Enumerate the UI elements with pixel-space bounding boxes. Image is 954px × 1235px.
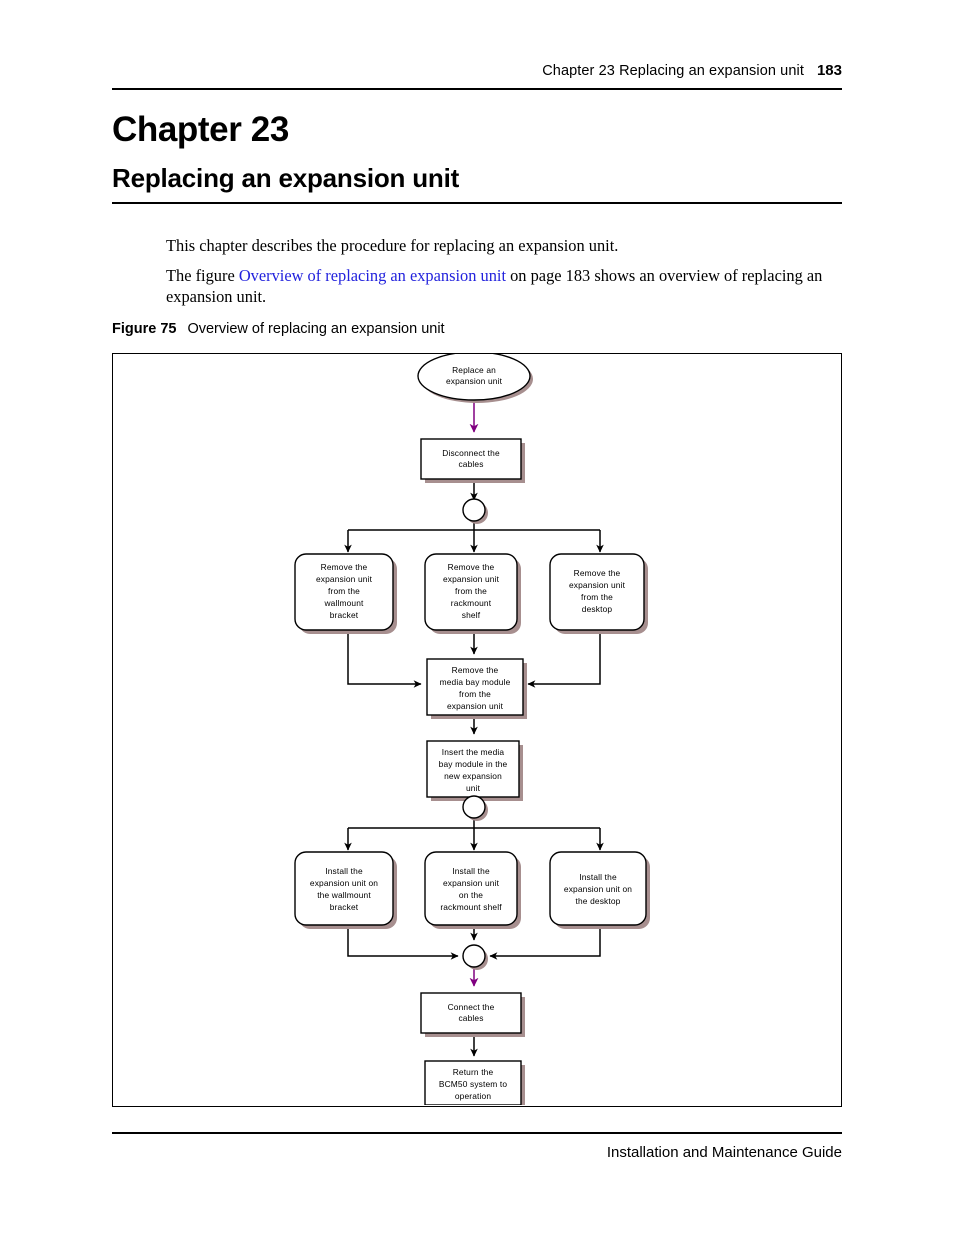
node-install-on-desktop: Install the expansion unit on the deskto… — [549, 851, 650, 929]
node-merge-shape — [462, 944, 486, 968]
node-install-desktop-line-0: Install the — [579, 872, 617, 882]
node-insert-media-bay-module: Insert the media bay module in the new e… — [426, 740, 523, 801]
node-remove-desktop-line-2: from the — [581, 592, 613, 602]
node-disconnect-cables: Disconnect the cables — [420, 438, 525, 483]
footer-rule — [112, 1132, 842, 1134]
node-remove-wallmount-line-1: expansion unit — [316, 574, 373, 584]
node-return-to-operation: Return the BCM50 system to operation — [424, 1060, 525, 1105]
figure-reference-paragraph: The figure Overview of replacing an expa… — [166, 265, 842, 307]
node-remove-media-bay-line-0: Remove the — [452, 665, 499, 675]
node-insert-media-bay-line-1: bay module in the — [439, 759, 508, 769]
node-fork-1-shape — [462, 498, 486, 522]
node-install-wallmount-line-2: the wallmount — [317, 890, 371, 900]
header-rule — [112, 88, 842, 90]
intro-paragraph: This chapter describes the procedure for… — [166, 236, 619, 255]
node-install-desktop-line-2: the desktop — [576, 896, 621, 906]
node-install-wallmount-line-1: expansion unit on — [310, 878, 378, 888]
node-remove-wallmount-line-0: Remove the — [321, 562, 368, 572]
figure-label: Figure 75 — [112, 321, 177, 337]
chapter-number: Chapter 23 — [112, 110, 289, 149]
node-return-line-1: BCM50 system to — [439, 1079, 508, 1089]
edge-install-desktop-to-merge — [489, 925, 601, 960]
node-install-on-wallmount: Install the expansion unit on the wallmo… — [294, 851, 397, 929]
node-start-line-0: Replace an — [452, 365, 496, 375]
flowchart-diagram: Replace an expansion unit Disconnect the… — [294, 354, 650, 1105]
figure-caption-text: Overview of replacing an expansion unit — [187, 321, 445, 337]
edge-remove-desktop-to-media-bay — [527, 630, 601, 688]
edge-remove-wallmount-to-media-bay — [347, 630, 422, 688]
node-install-rackmount-line-0: Install the — [452, 866, 490, 876]
node-remove-from-wallmount: Remove the expansion unit from the wallm… — [294, 553, 397, 634]
header-page-number: 183 — [816, 62, 842, 79]
node-return-line-0: Return the — [453, 1067, 494, 1077]
node-remove-from-desktop: Remove the expansion unit from the deskt… — [549, 553, 648, 634]
figure-cross-reference-link[interactable]: Overview of replacing an expansion unit — [239, 266, 506, 285]
node-remove-desktop-line-0: Remove the — [574, 568, 621, 578]
node-remove-rackmount-line-2: from the — [455, 586, 487, 596]
node-connect-line-0: Connect the — [448, 1002, 495, 1012]
node-install-wallmount-line-3: bracket — [330, 902, 359, 912]
chapter-title: Replacing an expansion unit — [112, 163, 460, 193]
node-insert-media-bay-line-3: unit — [466, 783, 481, 793]
node-remove-desktop-line-1: expansion unit — [569, 580, 626, 590]
footer-text: Installation and Maintenance Guide — [606, 1144, 842, 1161]
node-remove-rackmount-line-3: rackmount — [451, 598, 492, 608]
running-header: Chapter 23 Replacing an expansion unit 18… — [112, 62, 842, 79]
node-remove-rackmount-line-0: Remove the — [448, 562, 495, 572]
node-install-on-rackmount: Install the expansion unit on the rackmo… — [424, 851, 521, 929]
node-install-rackmount-shape — [424, 851, 518, 926]
node-start: Replace an expansion unit — [417, 354, 533, 403]
node-return-line-2: operation — [455, 1091, 491, 1101]
node-remove-wallmount-line-4: bracket — [330, 610, 359, 620]
node-fork-1 — [462, 498, 488, 524]
paragraph-text-before: The figure — [166, 266, 239, 285]
node-connect-line-1: cables — [458, 1013, 483, 1023]
node-install-wallmount-shape — [294, 851, 394, 926]
node-remove-rackmount-line-1: expansion unit — [443, 574, 500, 584]
node-connect-cables: Connect the cables — [420, 992, 525, 1037]
node-remove-media-bay-line-3: expansion unit — [447, 701, 504, 711]
node-merge — [462, 944, 488, 970]
node-remove-desktop-line-3: desktop — [582, 604, 613, 614]
node-install-rackmount-line-2: on the — [459, 890, 483, 900]
node-insert-media-bay-line-0: Insert the media — [442, 747, 505, 757]
document-page: Chapter 23 Replacing an expansion unit 18… — [0, 0, 954, 1235]
node-remove-media-bay-line-2: from the — [459, 689, 491, 699]
node-install-desktop-line-1: expansion unit on — [564, 884, 632, 894]
node-remove-wallmount-line-3: wallmount — [323, 598, 364, 608]
header-chapter-text: Chapter 23 Replacing an expansion unit — [542, 63, 804, 79]
node-remove-from-rackmount: Remove the expansion unit from the rackm… — [424, 553, 521, 634]
edge-install-wallmount-to-merge — [347, 925, 459, 960]
node-remove-media-bay-line-1: media bay module — [440, 677, 511, 687]
node-remove-wallmount-line-2: from the — [328, 586, 360, 596]
node-fork-2-shape — [462, 795, 486, 819]
node-install-wallmount-line-0: Install the — [325, 866, 363, 876]
node-disconnect-line-1: cables — [458, 459, 483, 469]
figure-frame: Replace an expansion unit Disconnect the… — [112, 353, 842, 1107]
node-insert-media-bay-line-2: new expansion — [444, 771, 502, 781]
node-install-rackmount-line-3: rackmount shelf — [440, 902, 502, 912]
figure-caption: Figure 75 Overview of replacing an expans… — [112, 321, 445, 337]
title-rule — [112, 202, 842, 204]
node-remove-rackmount-line-4: shelf — [462, 610, 481, 620]
node-remove-media-bay-module: Remove the media bay module from the exp… — [426, 658, 527, 719]
node-install-rackmount-line-1: expansion unit — [443, 878, 500, 888]
node-start-line-1: expansion unit — [446, 376, 503, 386]
node-disconnect-line-0: Disconnect the — [442, 448, 500, 458]
